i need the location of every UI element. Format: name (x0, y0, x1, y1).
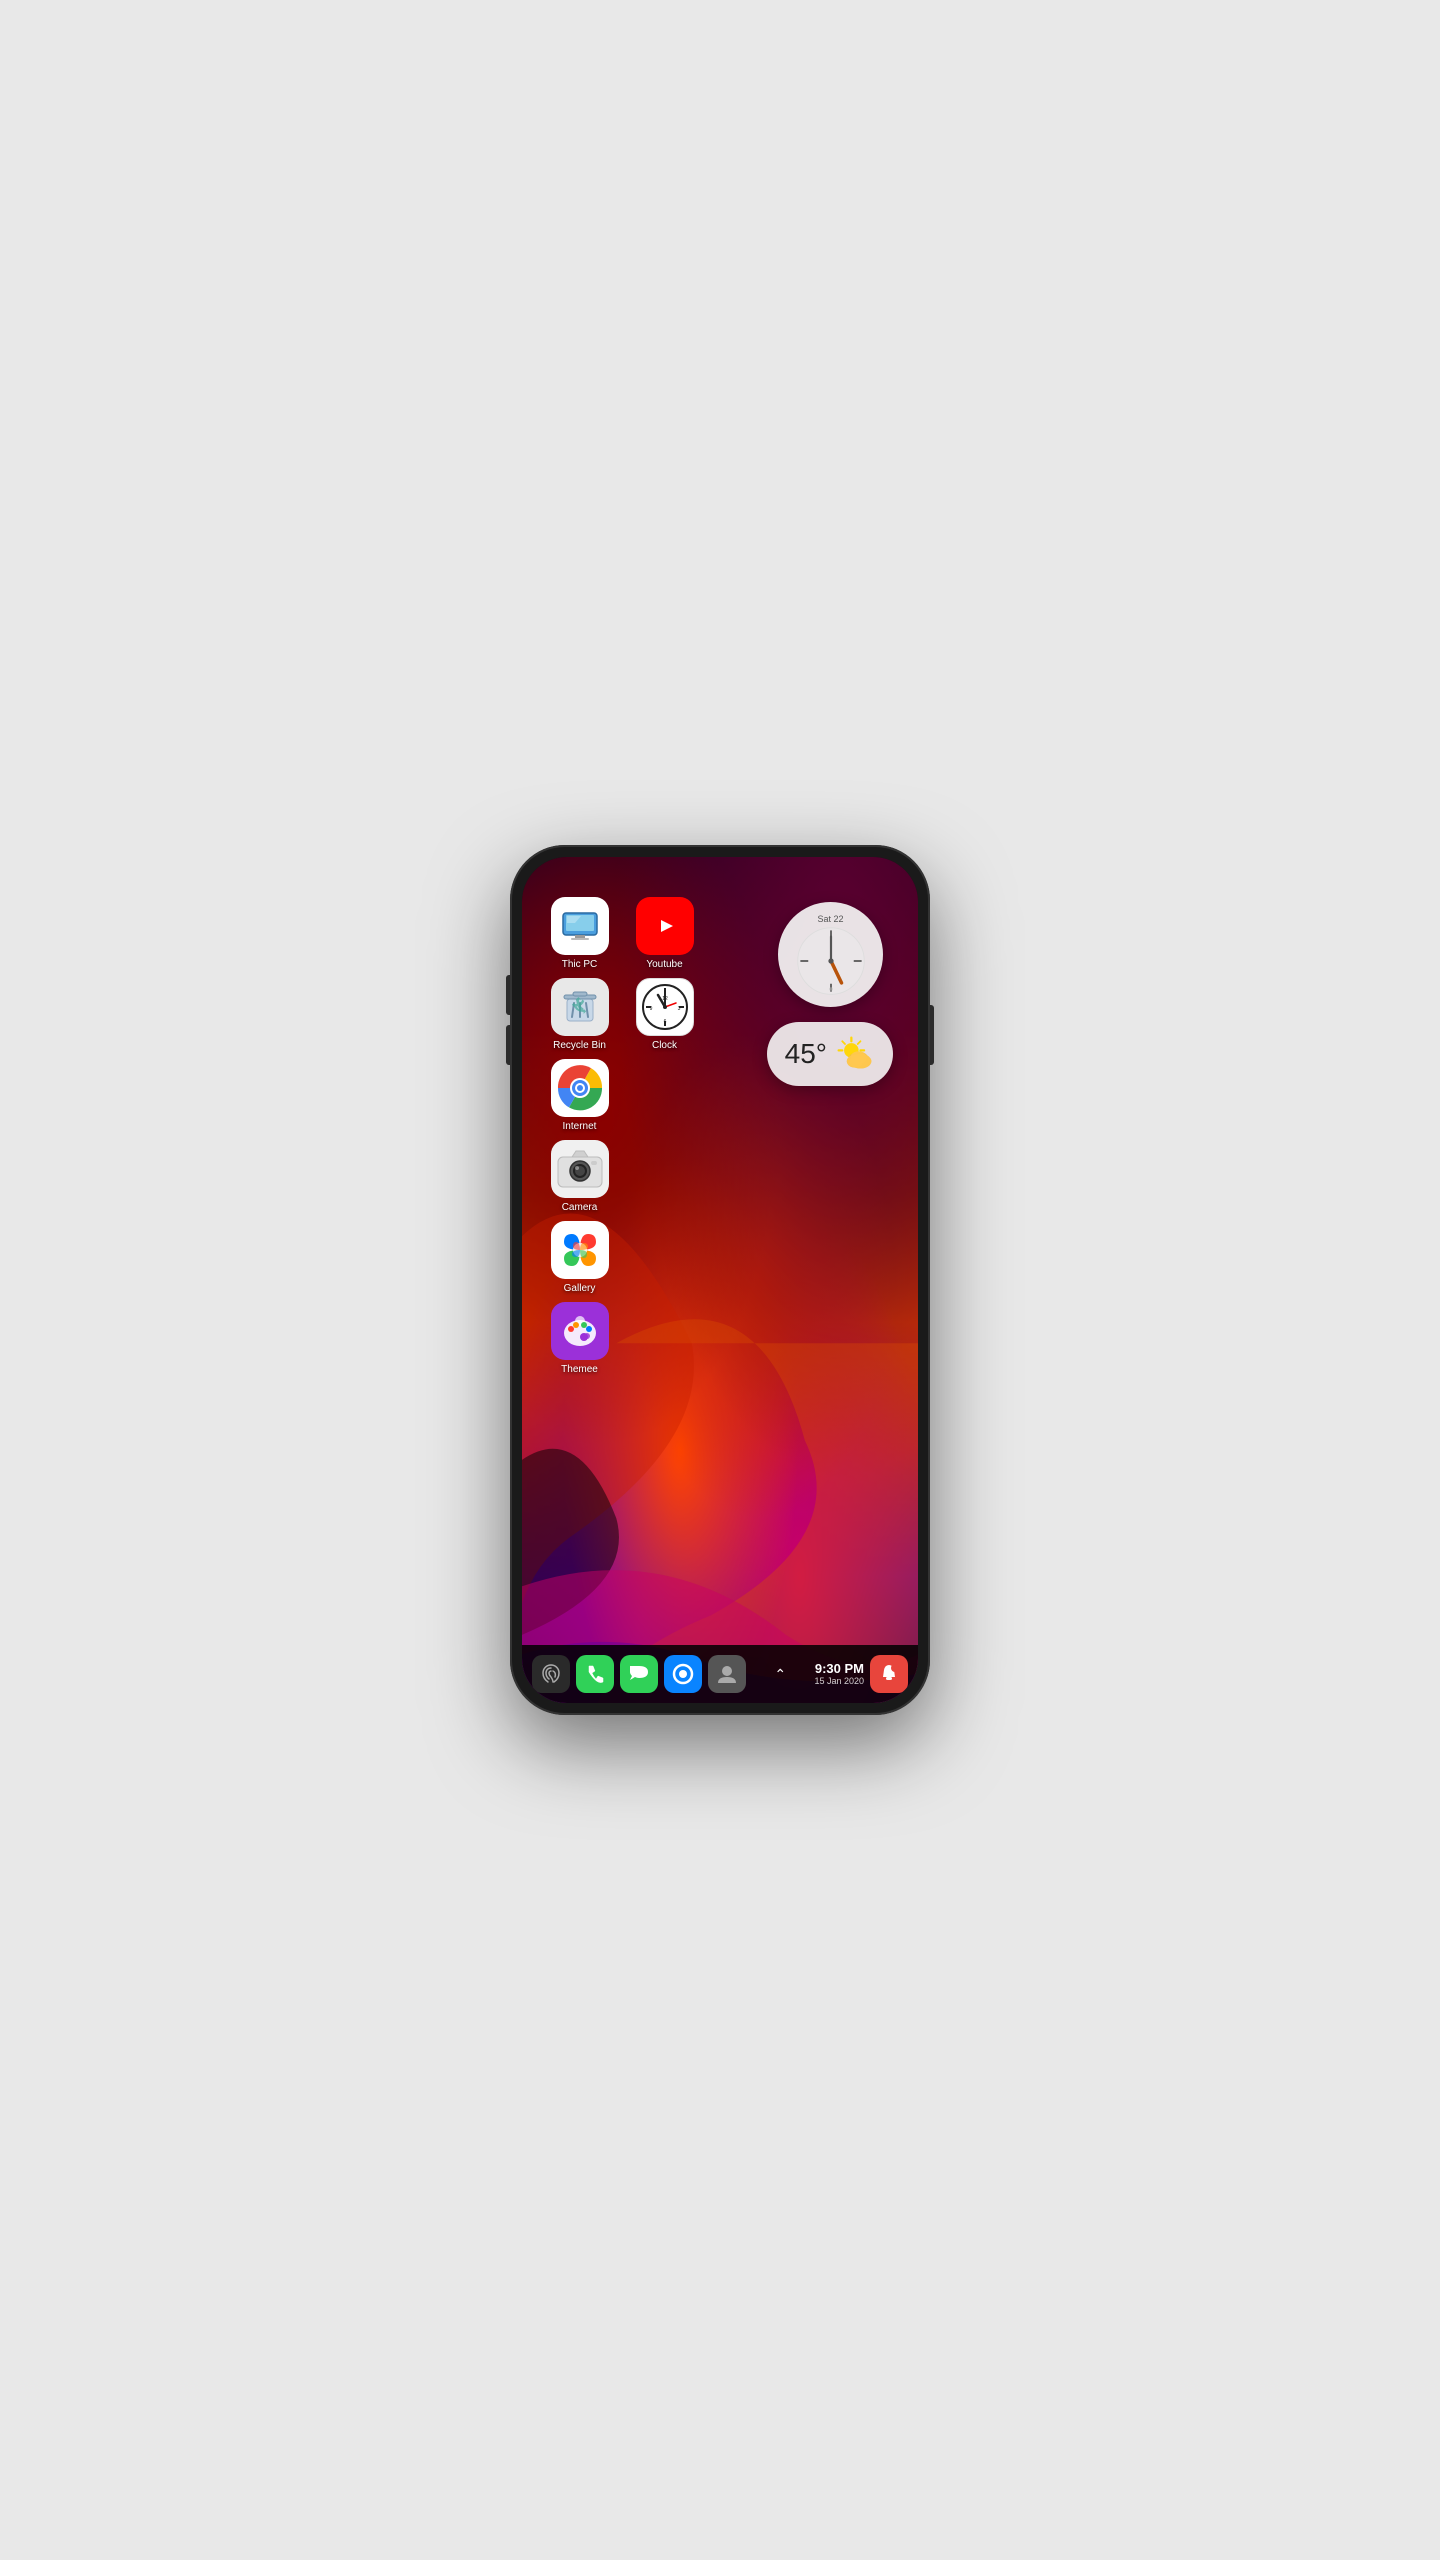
status-time: 9:30 PM 15 Jan 2020 (814, 1661, 864, 1687)
app-row-6: Themee (542, 1302, 702, 1375)
app-recycle[interactable]: Recycle Bin (542, 978, 617, 1051)
camera-icon (551, 1140, 609, 1198)
app-youtube[interactable]: Youtube (627, 897, 702, 970)
dock-middle: ⌃ (774, 1666, 786, 1683)
app-themee[interactable]: Themee (542, 1302, 617, 1375)
dock-messages-icon[interactable] (620, 1655, 658, 1693)
themee-label: Themee (561, 1364, 598, 1375)
volume-up-button[interactable] (506, 975, 510, 1015)
dock-statusbar: ⌃ 9:30 PM 15 Jan 2020 (522, 1645, 918, 1703)
app-gallery[interactable]: Gallery (542, 1221, 617, 1294)
power-button[interactable] (930, 1005, 934, 1065)
app-camera[interactable]: Camera (542, 1140, 617, 1213)
time-display: 9:30 PM (814, 1661, 864, 1677)
svg-text:12: 12 (662, 996, 668, 1002)
youtube-icon (636, 897, 694, 955)
app-row-2: Recycle Bin (542, 978, 702, 1051)
phone-device: Thic PC Youtube (510, 845, 930, 1715)
app-thicpc[interactable]: Thic PC (542, 897, 617, 970)
svg-text:3: 3 (677, 1006, 680, 1012)
thicpc-label: Thic PC (562, 959, 598, 970)
gallery-icon (551, 1221, 609, 1279)
clock-label: Clock (652, 1040, 677, 1051)
svg-text:6: 6 (663, 1019, 666, 1025)
thicpc-icon (551, 897, 609, 955)
app-row-5: Gallery (542, 1221, 702, 1294)
dock-phone-icon[interactable] (576, 1655, 614, 1693)
apps-area: Thic PC Youtube (542, 897, 702, 1383)
dock-notify-icon[interactable] (870, 1655, 908, 1693)
app-internet[interactable]: Internet (542, 1059, 617, 1132)
themee-icon (551, 1302, 609, 1360)
app-clock[interactable]: 12 3 6 9 Clock (627, 978, 702, 1051)
clock-icon: 12 3 6 9 (636, 978, 694, 1036)
clock-date: Sat 22 (817, 914, 843, 924)
dock-contacts-icon[interactable] (708, 1655, 746, 1693)
dock-circle-icon[interactable] (664, 1655, 702, 1693)
internet-label: Internet (563, 1121, 597, 1132)
app-row-3: Internet (542, 1059, 702, 1132)
gallery-label: Gallery (564, 1283, 596, 1294)
clock-face: Sat 22 (778, 902, 883, 1007)
weather-temperature: 45° (785, 1038, 827, 1070)
dock-right: 9:30 PM 15 Jan 2020 (814, 1655, 908, 1693)
volume-down-button[interactable] (506, 1025, 510, 1065)
app-row-4: Camera (542, 1140, 702, 1213)
app-row-1: Thic PC Youtube (542, 897, 702, 970)
svg-text:9: 9 (649, 1006, 652, 1012)
dock-icons-left (532, 1655, 746, 1693)
dock-fingerprint-icon[interactable] (532, 1655, 570, 1693)
phone-screen: Thic PC Youtube (522, 857, 918, 1703)
weather-widget: 45° (767, 1022, 893, 1086)
weather-icon (835, 1034, 875, 1074)
date-display: 15 Jan 2020 (814, 1676, 864, 1687)
chrome-icon (551, 1059, 609, 1117)
youtube-label: Youtube (646, 959, 682, 970)
recycle-label: Recycle Bin (553, 1040, 606, 1051)
screen-content: Thic PC Youtube (522, 857, 918, 1703)
chevron-up-icon[interactable]: ⌃ (774, 1666, 786, 1683)
recycle-icon (551, 978, 609, 1036)
camera-label: Camera (562, 1202, 598, 1213)
clock-widget: Sat 22 (778, 902, 883, 1007)
